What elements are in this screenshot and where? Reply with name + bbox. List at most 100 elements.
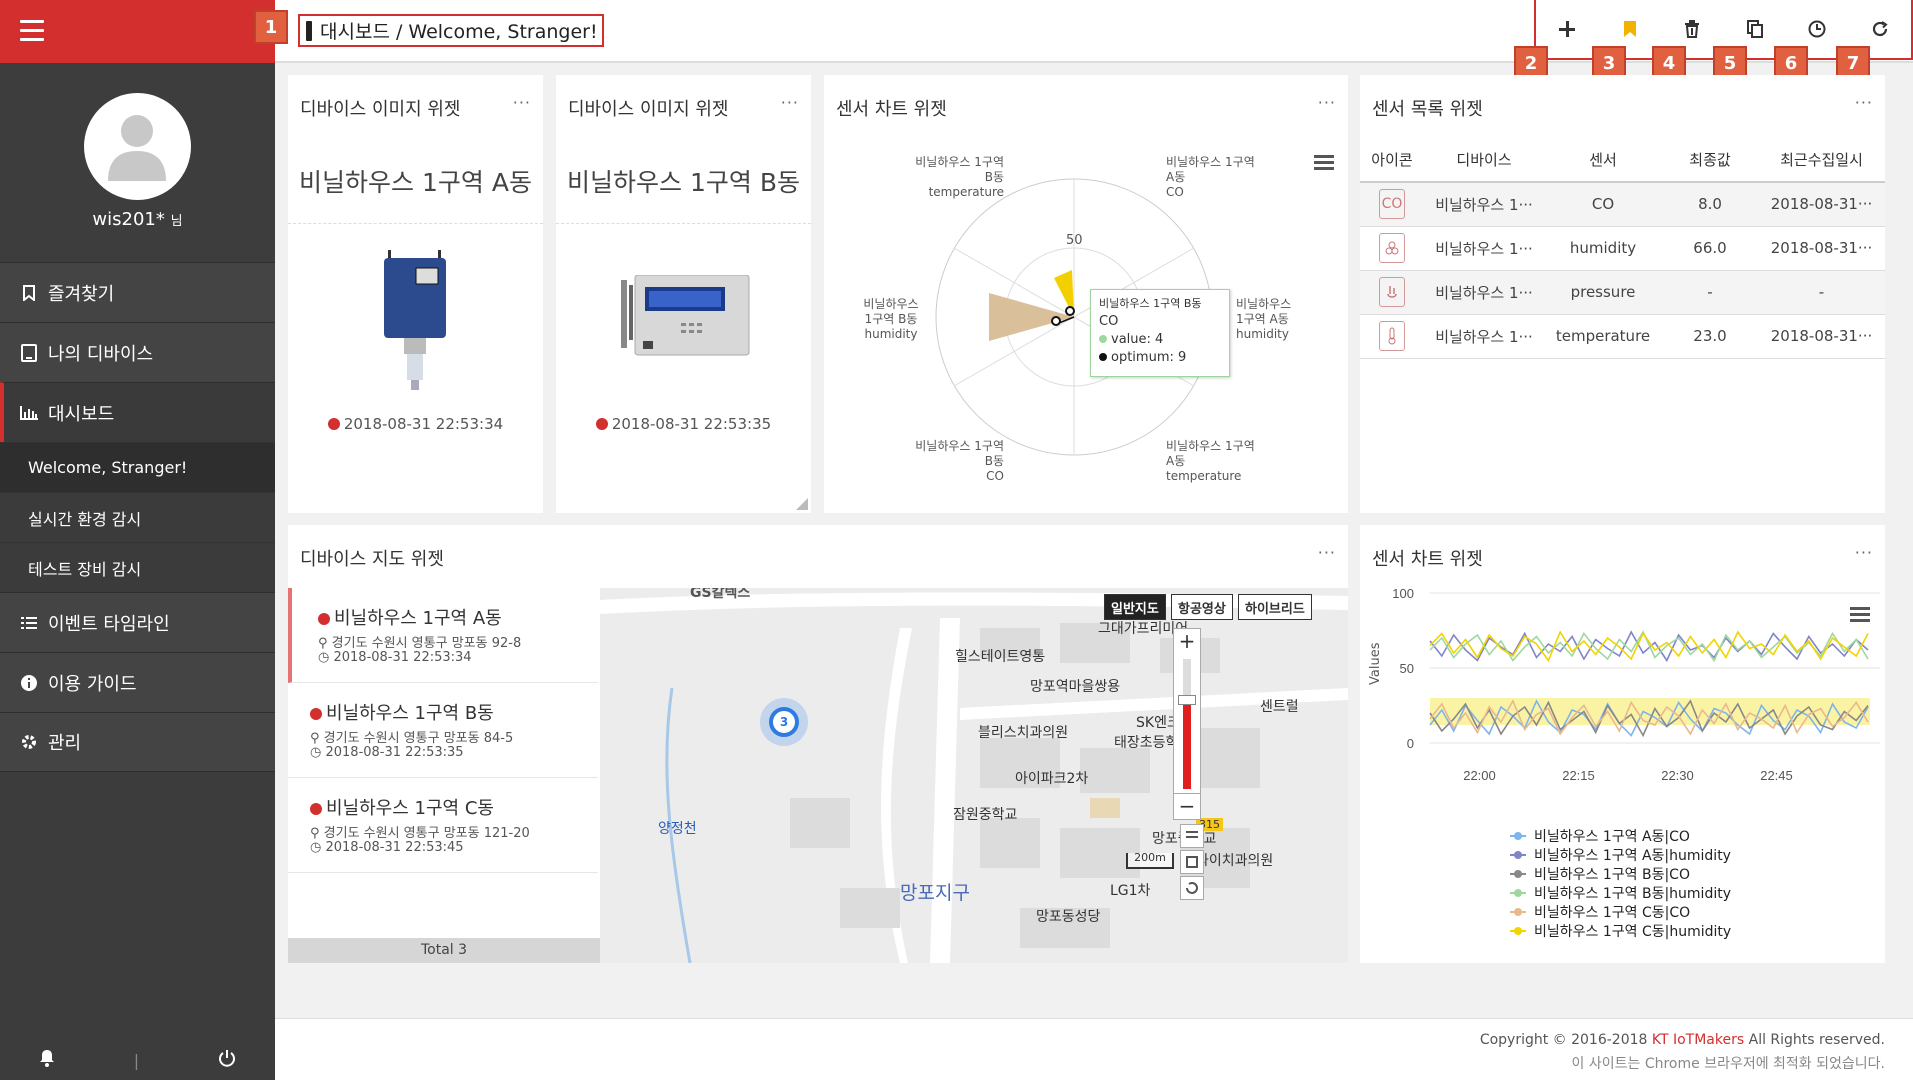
sidebar-header	[0, 0, 275, 63]
trash-icon	[1685, 20, 1700, 38]
map-view[interactable]: GS칼텍스 그대가프리미어 힐스테이트영통 망포역마을쌍용 SK엔크린 블리스치…	[600, 588, 1348, 963]
power-icon[interactable]	[218, 1049, 236, 1071]
info-icon	[20, 674, 38, 692]
map-label: 센트럴	[1260, 699, 1299, 715]
x-tick-label: 22:15	[1562, 768, 1595, 783]
list-item[interactable]: 비닐하우스 1구역 B동 ⚲ 경기도 수원시 영통구 망포동 84-5 ◷ 20…	[288, 683, 598, 778]
sidebar-item-label: 즐겨찾기	[48, 283, 115, 305]
sidebar-subitem-realtime-monitor[interactable]: 실시간 환경 감시	[0, 492, 275, 542]
device-name: 비닐하우스 1구역 A동	[299, 168, 532, 197]
x-tick-label: 22:00	[1463, 768, 1496, 783]
list-item[interactable]: 비닐하우스 1구역 A동 ⚲ 경기도 수원시 영통구 망포동 92-8 ◷ 20…	[288, 588, 598, 683]
map-type-hybrid[interactable]: 하이브리드	[1238, 594, 1312, 620]
device-name: 비닐하우스 1구역 B동	[310, 699, 494, 725]
map-label: 망포지구	[900, 882, 970, 904]
sidebar-item-favorites[interactable]: 즐겨찾기	[0, 262, 275, 322]
zoom-in-button[interactable]: +	[1174, 629, 1200, 655]
widget-more-button[interactable]: ···	[1318, 543, 1336, 562]
sidebar-item-event-timeline[interactable]: 이벤트 타임라인	[0, 592, 275, 652]
device-total: Total 3	[288, 938, 600, 963]
avatar[interactable]	[84, 93, 191, 200]
legend-item[interactable]: 비닐하우스 1구역 A동|humidity	[1510, 845, 1731, 865]
status-dot	[327, 418, 340, 430]
status-dot	[310, 708, 322, 720]
legend-item[interactable]: 비닐하우스 1구역 B동|CO	[1510, 864, 1690, 884]
delete-button[interactable]	[1672, 9, 1712, 49]
bar-chart-icon	[20, 404, 38, 422]
map-canvas	[600, 588, 1348, 963]
bell-icon[interactable]	[39, 1049, 55, 1071]
map-fullscreen-button[interactable]	[1180, 850, 1204, 874]
device-last-updated: 2018-08-31 22:53:34	[288, 415, 543, 433]
tablet-icon	[20, 343, 38, 362]
rotate-icon	[1186, 882, 1198, 894]
map-type-satellite[interactable]: 항공영상	[1171, 594, 1233, 620]
sidebar-item-my-devices[interactable]: 나의 디바이스	[0, 322, 275, 382]
zoom-out-button[interactable]: −	[1174, 793, 1200, 819]
device-address: ⚲ 경기도 수원시 영통구 망포동 92-8	[318, 636, 522, 651]
map-type-normal[interactable]: 일반지도	[1104, 594, 1166, 620]
status-dot	[318, 613, 330, 625]
bookmark-button[interactable]	[1610, 9, 1650, 49]
widget-more-button[interactable]: ···	[781, 93, 799, 112]
widget-more-button[interactable]: ···	[513, 93, 531, 112]
legend-label: 비닐하우스 1구역 B동|humidity	[1534, 886, 1731, 902]
fullscreen-icon	[1186, 856, 1198, 868]
widget-more-button[interactable]: ···	[1855, 543, 1873, 562]
list-icon	[20, 614, 38, 632]
map-label: 잠원중학교	[953, 807, 1018, 823]
map-label: LG1차	[1110, 883, 1151, 899]
map-label: 블리스치과의원	[978, 725, 1069, 741]
radar-point	[1065, 306, 1075, 316]
radar-area-c-humidity	[989, 293, 1074, 341]
resize-handle-icon[interactable]	[796, 498, 808, 510]
profile-panel: wis201* 님	[0, 63, 275, 262]
sidebar-subitem-welcome[interactable]: Welcome, Stranger!	[0, 442, 275, 492]
map-label: 아이파크2차	[1015, 771, 1089, 787]
sidebar-item-dashboard[interactable]: 대시보드	[0, 382, 275, 442]
device-name: 비닐하우스 1구역 A동	[318, 604, 502, 630]
legend-swatch	[1510, 870, 1526, 878]
map-rotate-button[interactable]	[1180, 876, 1204, 900]
sensor-table: 아이콘 디바이스 센서 최종값 최근수집일시 CO 비닐하우스 1··· CO …	[1360, 137, 1885, 359]
status-dot	[595, 418, 608, 430]
legend-item[interactable]: 비닐하우스 1구역 C동|CO	[1510, 902, 1690, 922]
legend-swatch	[1510, 832, 1526, 840]
divider	[288, 223, 543, 224]
refresh-button[interactable]	[1860, 9, 1900, 49]
legend-item[interactable]: 비닐하우스 1구역 A동|CO	[1510, 826, 1690, 846]
schedule-button[interactable]	[1797, 9, 1837, 49]
legend-dot	[1099, 335, 1107, 343]
zoom-slider-handle[interactable]	[1178, 695, 1196, 705]
brand-link[interactable]: KT IoTMakers	[1652, 1032, 1744, 1048]
widget-more-button[interactable]: ···	[1318, 93, 1336, 112]
table-row[interactable]: 비닐하우스 1··· humidity 66.0 2018-08-31···	[1360, 226, 1885, 271]
divider	[556, 223, 811, 224]
hamburger-menu-icon[interactable]	[20, 20, 44, 42]
sidebar-item-label: 나의 디바이스	[48, 343, 154, 365]
copy-button[interactable]	[1735, 9, 1775, 49]
sidebar-item-label: 이용 가이드	[48, 673, 137, 695]
map-legend-button[interactable]	[1180, 824, 1204, 848]
y-tick-label: 50	[1400, 661, 1414, 676]
widget-more-button[interactable]: ···	[1855, 93, 1873, 112]
status-dot	[310, 803, 322, 815]
device-image-widget-a: 디바이스 이미지 위젯 ··· 비닐하우스 1구역 A동 2018-08-31 …	[288, 75, 543, 513]
footer-separator: |	[133, 1050, 140, 1070]
list-item[interactable]: 비닐하우스 1구역 C동 ⚲ 경기도 수원시 영통구 망포동 121-20 ◷ …	[288, 778, 598, 873]
sidebar-item-guide[interactable]: 이용 가이드	[0, 652, 275, 712]
column-header: 최근수집일시	[1758, 137, 1885, 183]
map-cluster-marker[interactable]: 3	[760, 698, 808, 746]
sidebar-item-admin[interactable]: 관리	[0, 712, 275, 772]
table-row[interactable]: CO 비닐하우스 1··· CO 8.0 2018-08-31···	[1360, 182, 1885, 227]
sidebar-subitem-test-equipment[interactable]: 테스트 장비 감시	[0, 542, 275, 592]
legend-item[interactable]: 비닐하우스 1구역 B동|humidity	[1510, 883, 1731, 903]
table-row[interactable]: 비닐하우스 1··· pressure - -	[1360, 270, 1885, 315]
radar-axis-label: 비닐하우스 1구역 B동 humidity	[863, 297, 919, 341]
legend-item[interactable]: 비닐하우스 1구역 C동|humidity	[1510, 921, 1731, 941]
device-address: ⚲ 경기도 수원시 영통구 망포동 121-20	[310, 826, 530, 841]
device-image	[384, 250, 446, 390]
table-row[interactable]: 비닐하우스 1··· temperature 23.0 2018-08-31··…	[1360, 314, 1885, 359]
add-widget-button[interactable]	[1547, 9, 1587, 49]
widget-title: 디바이스 지도 위젯	[300, 549, 444, 570]
